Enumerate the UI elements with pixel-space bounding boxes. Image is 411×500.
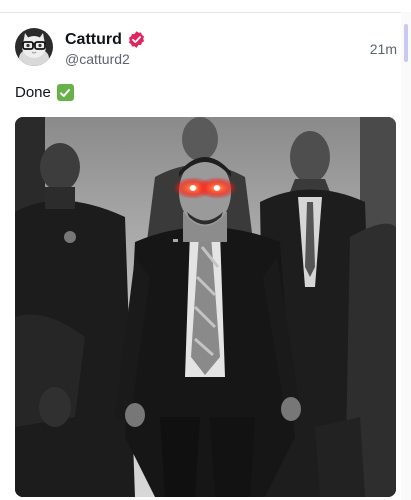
top-divider [0,12,405,13]
scrollbar[interactable] [401,12,411,500]
author-handle[interactable]: @catturd2 [65,51,130,67]
check-mark-emoji-icon [56,84,74,101]
author-display-name[interactable]: Catturd [65,31,122,49]
post-media-photo[interactable] [15,117,396,497]
post-text: Done [15,84,74,101]
verified-badge-icon [128,31,144,48]
cat-avatar-icon [15,28,53,66]
author-avatar[interactable] [15,28,53,66]
photo-image [15,117,396,497]
post-text-content: Done [15,84,51,101]
post-timestamp[interactable]: 21m [370,41,397,57]
scrollbar-thumb[interactable] [404,24,408,62]
author-name-row: Catturd [65,30,146,49]
